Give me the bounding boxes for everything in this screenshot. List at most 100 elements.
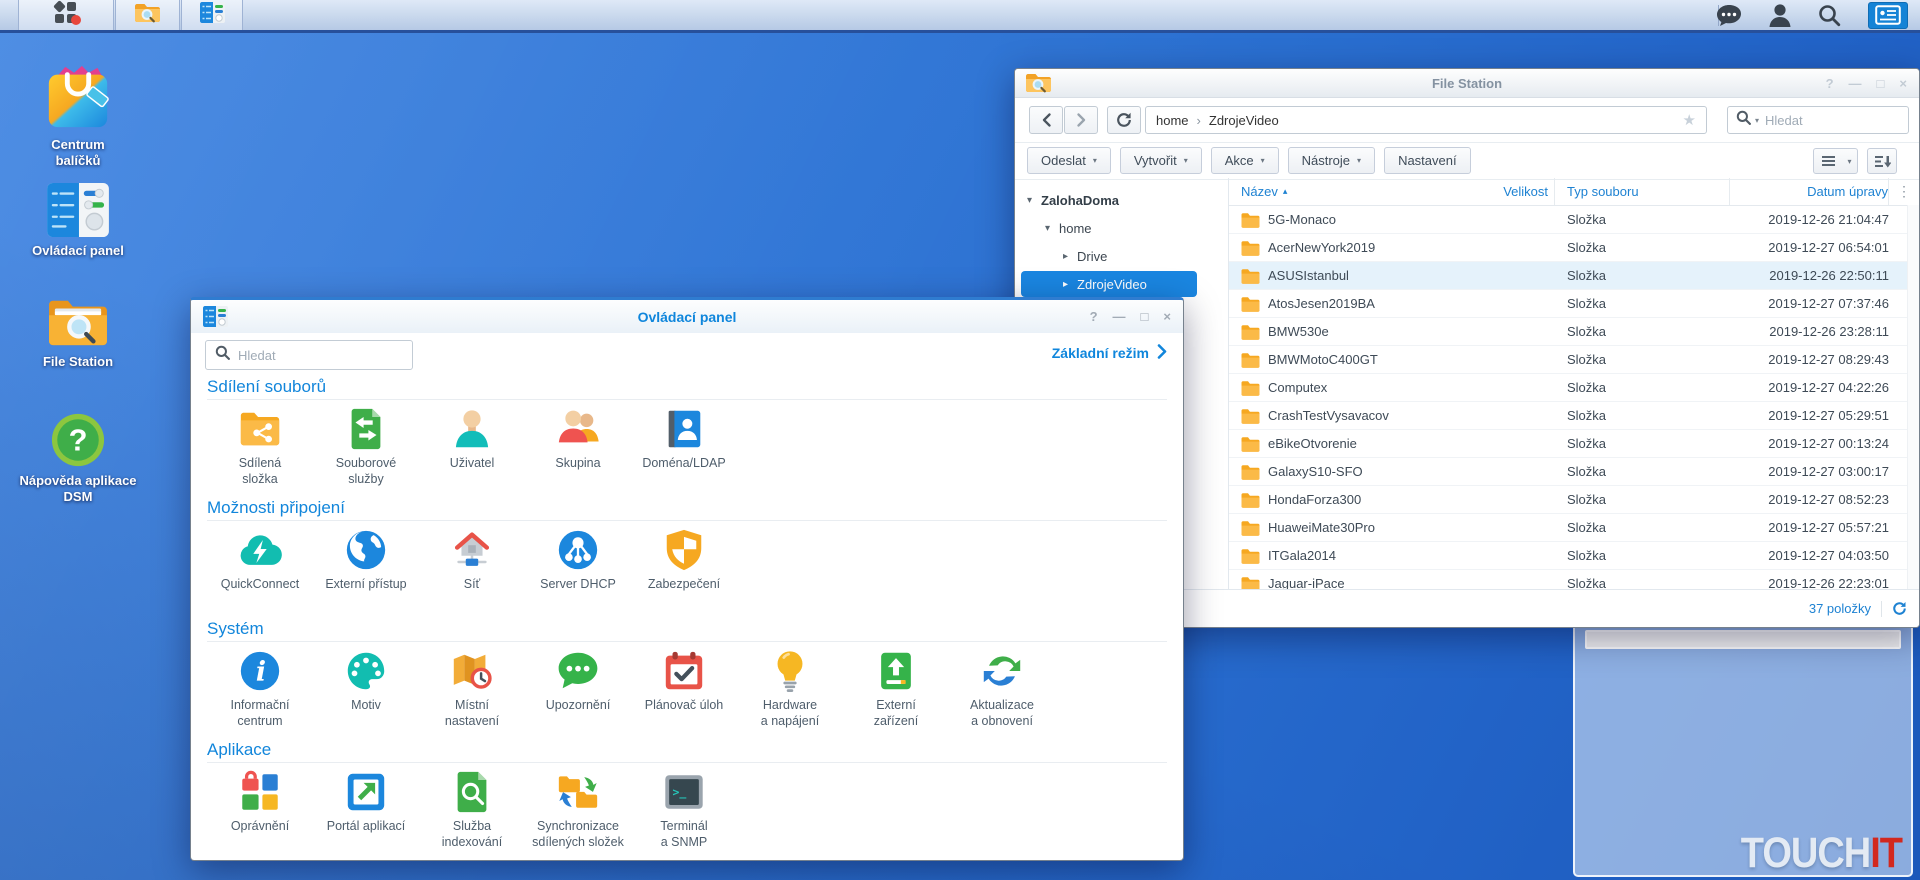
maximize-button[interactable]: □ xyxy=(1141,309,1149,324)
taskbar-file-station-button[interactable] xyxy=(115,0,180,30)
file-row-atosjesen2019ba[interactable]: AtosJesen2019BASložka2019-12-27 07:37:46 xyxy=(1229,290,1919,318)
cp-item-domena-ldap[interactable]: Doména/LDAP xyxy=(631,406,737,487)
cp-item-server-dhcp[interactable]: Server DHCP xyxy=(525,527,631,592)
cp-item-zabezpeceni[interactable]: Zabezpečení xyxy=(631,527,737,592)
cp-item-motiv[interactable]: Motiv xyxy=(313,648,419,729)
taskbar-control-panel-button[interactable] xyxy=(181,0,243,30)
desktop-icon-ovladaci-panel[interactable]: Ovládací panel xyxy=(17,182,139,259)
toolbar-odeslat-button[interactable]: Odeslat▾ xyxy=(1027,147,1111,174)
cp-item-synchronizace-sdilenych-slozek[interactable]: Synchronizace sdílených složek xyxy=(525,769,631,850)
cp-item-hardware-a-napajeni[interactable]: Hardware a napájení xyxy=(737,648,843,729)
desktop-icon-napoveda-aplikace-dsm[interactable]: ?Nápověda aplikace DSM xyxy=(17,412,139,505)
toolbar-vytvorit-button[interactable]: Vytvořit▾ xyxy=(1120,147,1202,174)
breadcrumb-item-zdrojevideo[interactable]: ZdrojeVideo xyxy=(1209,113,1279,128)
tree-item-home[interactable]: ▾home xyxy=(1015,214,1228,242)
tree-arrow-icon[interactable]: ▸ xyxy=(1063,279,1068,290)
breadcrumb[interactable]: home › ZdrojeVideo ★ xyxy=(1145,106,1707,134)
cp-item-quickconnect[interactable]: QuickConnect xyxy=(207,527,313,592)
file-row-acernewyork2019[interactable]: AcerNewYork2019Složka2019-12-27 06:54:01 xyxy=(1229,234,1919,262)
cp-item-sluzba-indexovani[interactable]: Služba indexování xyxy=(419,769,525,850)
cp-item-upozorneni[interactable]: Upozornění xyxy=(525,648,631,729)
tree-item-drive[interactable]: ▸Drive xyxy=(1015,242,1228,270)
breadcrumb-item-home[interactable]: home xyxy=(1156,113,1189,128)
back-button[interactable] xyxy=(1029,106,1063,134)
file-row-computex[interactable]: ComputexSložka2019-12-27 04:22:26 xyxy=(1229,374,1919,402)
tree-arrow-icon[interactable]: ▾ xyxy=(1045,223,1050,234)
tree-item-zalohadoma[interactable]: ▾ZalohaDoma xyxy=(1015,186,1228,214)
close-button[interactable]: × xyxy=(1899,76,1907,91)
taskbar-widgets-button[interactable] xyxy=(1868,2,1908,29)
widget-panel-bar[interactable] xyxy=(1585,630,1901,649)
cp-item-mistni-nastaveni[interactable]: Místní nastavení xyxy=(419,648,525,729)
desktop-icon-file-station[interactable]: File Station xyxy=(17,295,139,370)
refresh-button[interactable] xyxy=(1107,106,1141,134)
cp-item-externi-zarizeni[interactable]: Externí zařízení xyxy=(843,648,949,729)
control-panel-titlebar[interactable]: Ovládací panel ? — □ × xyxy=(191,300,1183,333)
breadcrumb-separator: › xyxy=(1197,113,1201,128)
view-mode-button[interactable] xyxy=(1813,148,1843,174)
minimize-button[interactable]: — xyxy=(1849,76,1862,91)
file-name: AtosJesen2019BA xyxy=(1268,296,1375,311)
toolbar-nastroje-button[interactable]: Nástroje▾ xyxy=(1288,147,1375,174)
column-header-more[interactable]: ⋮ xyxy=(1889,178,1919,205)
column-header-typ-souboru[interactable]: Typ souboru xyxy=(1555,178,1730,205)
refresh-list-button[interactable] xyxy=(1892,601,1907,616)
close-button[interactable]: × xyxy=(1163,309,1171,324)
file-station-search[interactable]: ▾ xyxy=(1727,106,1909,134)
cp-item-planovac-uloh[interactable]: Plánovač úloh xyxy=(631,648,737,729)
cp-item-sdilena-slozka[interactable]: Sdílená složka xyxy=(207,406,313,487)
section-divider xyxy=(207,641,1167,642)
taskbar-user-button[interactable] xyxy=(1769,4,1791,27)
cp-item-sit[interactable]: Síť xyxy=(419,527,525,592)
minimize-button[interactable]: — xyxy=(1113,309,1126,324)
tree-item-zdrojevideo[interactable]: ▸ZdrojeVideo xyxy=(1015,270,1228,298)
view-mode-caret[interactable]: ▾ xyxy=(1842,148,1858,174)
upozorneni-icon xyxy=(525,648,631,694)
file-station-titlebar[interactable]: File Station ? — □ × xyxy=(1015,69,1919,98)
file-modified: 2019-12-27 06:54:01 xyxy=(1730,234,1889,261)
scrollbar-track[interactable] xyxy=(1907,205,1919,589)
taskbar-chat-button[interactable] xyxy=(1716,4,1742,27)
cp-item-aktualizace-a-obnoveni[interactable]: Aktualizace a obnovení xyxy=(949,648,1055,729)
cp-item-opravneni[interactable]: Oprávnění xyxy=(207,769,313,850)
file-row-huaweimate30pro[interactable]: HuaweiMate30ProSložka2019-12-27 05:57:21 xyxy=(1229,514,1919,542)
tree-arrow-icon[interactable]: ▸ xyxy=(1063,251,1068,262)
search-input[interactable] xyxy=(1763,112,1900,129)
file-row-bmw530e[interactable]: BMW530eSložka2019-12-26 23:28:11 xyxy=(1229,318,1919,346)
help-button[interactable]: ? xyxy=(1826,76,1834,91)
file-row-itgala2014[interactable]: ITGala2014Složka2019-12-27 04:03:50 xyxy=(1229,542,1919,570)
toolbar-nastaveni-button[interactable]: Nastavení xyxy=(1384,147,1471,174)
taskbar-search-button[interactable] xyxy=(1818,4,1841,27)
help-button[interactable]: ? xyxy=(1090,309,1098,324)
cp-item-externi-pristup[interactable]: Externí přístup xyxy=(313,527,419,592)
cp-item-souborove-sluzby[interactable]: Souborové služby xyxy=(313,406,419,487)
column-header-datum-upravy[interactable]: Datum úpravy xyxy=(1730,178,1889,205)
file-row-5g-monaco[interactable]: 5G-MonacoSložka2019-12-26 21:04:47 xyxy=(1229,206,1919,234)
file-row-asusistanbul[interactable]: ASUSIstanbulSložka2019-12-26 22:50:11 xyxy=(1229,262,1919,290)
favorite-star-icon[interactable]: ★ xyxy=(1683,111,1696,129)
file-row-hondaforza300[interactable]: HondaForza300Složka2019-12-27 08:52:23 xyxy=(1229,486,1919,514)
tree-arrow-icon[interactable]: ▾ xyxy=(1027,195,1032,206)
column-header-nazev[interactable]: Název▴ xyxy=(1229,178,1475,205)
cp-item-terminal-a-snmp[interactable]: >_Terminál a SNMP xyxy=(631,769,737,850)
forward-button[interactable] xyxy=(1064,106,1098,134)
file-row-ebikeotvorenie[interactable]: eBikeOtvorenieSložka2019-12-27 00:13:24 xyxy=(1229,430,1919,458)
control-panel-search[interactable] xyxy=(205,340,413,370)
toolbar-akce-button[interactable]: Akce▾ xyxy=(1211,147,1279,174)
cp-item-portal-aplikaci[interactable]: Portál aplikací xyxy=(313,769,419,850)
desktop-icon-centrum-balicku[interactable]: Centrum balíčků xyxy=(17,62,139,169)
file-row-crashtestvysavacov[interactable]: CrashTestVysavacovSložka2019-12-27 05:29… xyxy=(1229,402,1919,430)
file-row-bmwmotoc400gt[interactable]: BMWMotoC400GTSložka2019-12-27 08:29:43 xyxy=(1229,346,1919,374)
search-input[interactable] xyxy=(236,347,403,364)
basic-mode-link[interactable]: Základní režim xyxy=(1052,344,1167,362)
file-row-galaxys10-sfo[interactable]: GalaxyS10-SFOSložka2019-12-27 03:00:17 xyxy=(1229,458,1919,486)
taskbar-main-menu-button[interactable] xyxy=(18,0,114,30)
cp-item-uzivatel[interactable]: Uživatel xyxy=(419,406,525,487)
maximize-button[interactable]: □ xyxy=(1877,76,1885,91)
cp-item-skupina[interactable]: Skupina xyxy=(525,406,631,487)
column-header-velikost[interactable]: Velikost xyxy=(1475,178,1555,205)
cp-item-informacni-centrum[interactable]: iInformační centrum xyxy=(207,648,313,729)
search-options-caret-icon[interactable]: ▾ xyxy=(1755,116,1759,125)
chat-icon xyxy=(1716,4,1742,27)
sort-button[interactable] xyxy=(1867,148,1897,174)
